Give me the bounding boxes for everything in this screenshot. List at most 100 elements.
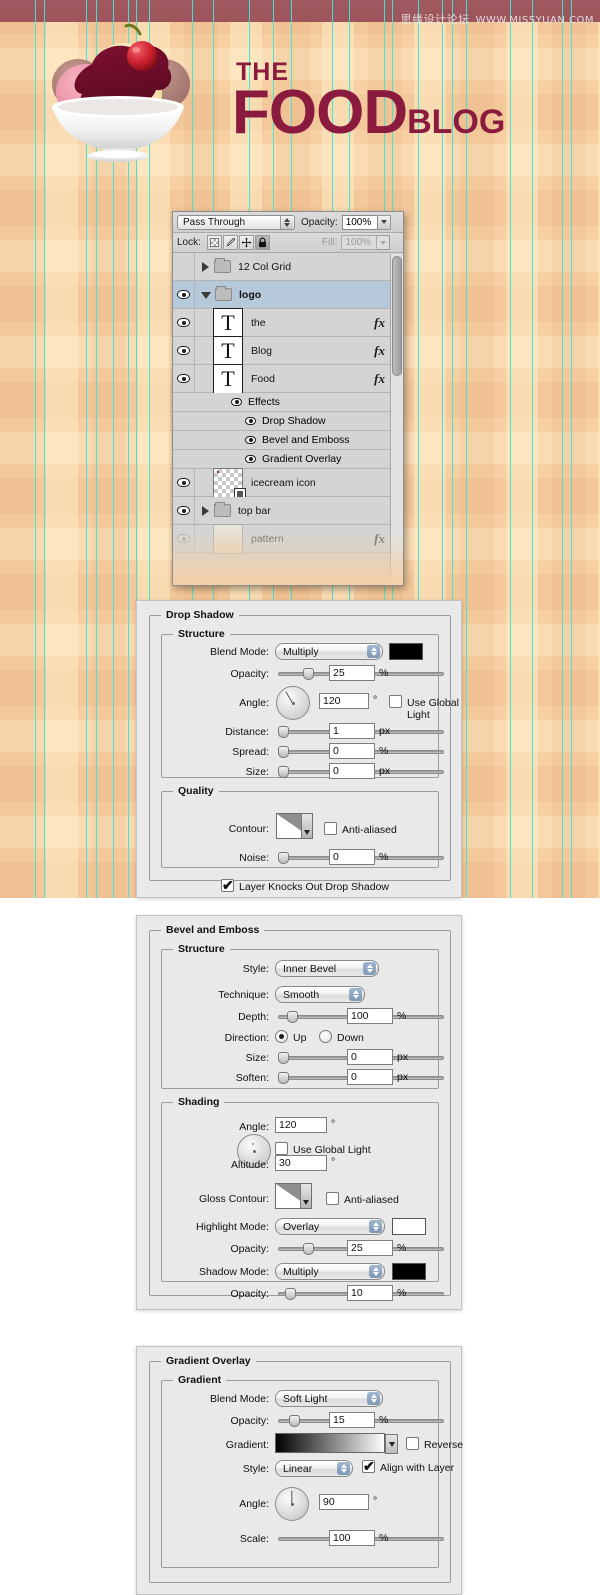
fill-chevron-down-icon[interactable]	[377, 235, 391, 250]
fx-icon[interactable]: fx	[374, 371, 390, 387]
align-with-layer-checkbox[interactable]	[362, 1458, 375, 1475]
eye-icon[interactable]	[231, 398, 242, 406]
use-global-light-checkbox[interactable]	[275, 1142, 288, 1155]
spread-input[interactable]: 0	[329, 743, 375, 759]
angle-dial[interactable]	[275, 1487, 309, 1521]
contour-preview[interactable]	[276, 813, 313, 839]
layer-row-icecream-icon[interactable]: icecream icon	[173, 467, 403, 501]
use-global-light-checkbox[interactable]	[389, 695, 402, 708]
highlight-mode-dropdown[interactable]: Overlay	[275, 1218, 385, 1235]
layer-knocks-out-drop-shadow-checkbox[interactable]	[221, 877, 234, 894]
lock-all-padlock-icon[interactable]	[254, 235, 270, 250]
size-slider-knob[interactable]	[278, 1052, 289, 1064]
highlight-color-swatch[interactable]	[392, 1218, 426, 1235]
layer-row-food[interactable]: T Food fx	[173, 363, 403, 394]
visibility-toggle-logo[interactable]	[173, 281, 195, 308]
reverse-checkbox[interactable]	[406, 1437, 419, 1450]
gradient-preview[interactable]	[275, 1433, 398, 1454]
gradient-overlay-dialog[interactable]: Gradient Overlay Gradient Blend Mode: So…	[136, 1346, 463, 1595]
layer-row-12-col-grid[interactable]: 12 Col Grid	[173, 253, 403, 281]
style-dropdown[interactable]: Linear	[275, 1460, 353, 1477]
lock-position-move-icon[interactable]	[238, 235, 254, 250]
eye-icon[interactable]	[245, 455, 256, 463]
angle-dial[interactable]	[276, 686, 310, 720]
angle-input[interactable]: 90	[319, 1494, 369, 1510]
layer-row-the[interactable]: T the fx	[173, 307, 403, 338]
shadow-color-swatch[interactable]	[392, 1263, 426, 1280]
size-input[interactable]: 0	[347, 1049, 393, 1065]
layers-scrollbar[interactable]	[390, 254, 403, 585]
size-slider-knob[interactable]	[278, 766, 289, 778]
visibility-toggle-12-col-grid[interactable]	[173, 253, 195, 280]
layer-row-top-bar[interactable]: top bar	[173, 497, 403, 525]
shadow-opacity-knob[interactable]	[285, 1288, 296, 1300]
technique-dropdown[interactable]: Smooth	[275, 986, 365, 1003]
opacity-input[interactable]: 15	[329, 1412, 375, 1428]
anti-aliased-checkbox[interactable]	[324, 822, 337, 835]
spread-slider-knob[interactable]	[278, 746, 289, 758]
visibility-toggle-icecream-icon[interactable]	[173, 469, 195, 496]
opacity-chevron-down-icon[interactable]	[377, 214, 391, 230]
chevron-right-icon[interactable]	[202, 261, 209, 272]
layer-row-effect-drop-shadow[interactable]: Drop Shadow	[173, 412, 403, 431]
altitude-input[interactable]: 30	[275, 1155, 327, 1171]
layer-row-effects[interactable]: Effects	[173, 393, 403, 412]
drop-shadow-dialog[interactable]: Drop Shadow Structure Blend Mode: Multip…	[136, 600, 462, 898]
fill-input[interactable]: 100%	[341, 235, 378, 250]
blend-mode-dropdown[interactable]: Multiply	[275, 643, 383, 660]
opacity-input[interactable]: 100%	[341, 214, 378, 230]
visibility-toggle-pattern[interactable]	[173, 525, 195, 552]
size-input[interactable]: 0	[329, 763, 375, 779]
layer-row-effect-gradient-overlay[interactable]: Gradient Overlay	[173, 450, 403, 469]
layer-row-blog[interactable]: T Blog fx	[173, 335, 403, 366]
chevron-right-icon[interactable]	[202, 505, 209, 516]
opacity-input[interactable]: 25	[329, 665, 375, 681]
style-dropdown[interactable]: Inner Bevel	[275, 960, 379, 977]
blend-mode-dropdown[interactable]: Pass Through	[177, 214, 295, 230]
distance-input[interactable]: 1	[329, 723, 375, 739]
shadow-color-swatch[interactable]	[389, 643, 423, 660]
distance-slider-knob[interactable]	[278, 726, 289, 738]
contour-chevron-down-icon[interactable]	[301, 814, 312, 838]
direction-down-radio[interactable]	[319, 1030, 332, 1043]
eye-icon[interactable]	[245, 436, 256, 444]
scale-input[interactable]: 100	[329, 1530, 375, 1546]
noise-slider-knob[interactable]	[278, 852, 289, 864]
noise-input[interactable]: 0	[329, 849, 375, 865]
angle-input[interactable]: 120	[275, 1117, 327, 1133]
opacity-slider-knob[interactable]	[303, 668, 314, 680]
bevel-and-emboss-dialog[interactable]: Bevel and Emboss Structure Style: Inner …	[136, 915, 462, 1310]
layer-row-effect-bevel-and-emboss[interactable]: Bevel and Emboss	[173, 431, 403, 450]
chevron-down-icon[interactable]	[201, 292, 211, 299]
highlight-opacity-input[interactable]: 25	[347, 1240, 393, 1256]
gradient-chevron-down-icon[interactable]	[385, 1434, 398, 1454]
soften-slider-knob[interactable]	[278, 1072, 289, 1084]
lock-image-pixels-brush-icon[interactable]	[222, 235, 238, 250]
layers-scrollbar-thumb[interactable]	[392, 256, 402, 376]
layer-row-pattern[interactable]: pattern fx	[173, 523, 403, 554]
direction-up-radio[interactable]	[275, 1030, 288, 1043]
soften-input[interactable]: 0	[347, 1069, 393, 1085]
blend-mode-dropdown[interactable]: Soft Light	[275, 1390, 383, 1407]
layers-panel[interactable]: Pass Through Opacity: 100% Lock: Fill: 1…	[172, 211, 404, 586]
shadow-mode-dropdown[interactable]: Multiply	[275, 1263, 385, 1280]
gloss-contour-chevron-down-icon[interactable]	[300, 1184, 311, 1208]
angle-input[interactable]: 120	[319, 693, 369, 709]
fx-icon[interactable]: fx	[374, 343, 390, 359]
opacity-slider-knob[interactable]	[289, 1415, 300, 1427]
depth-input[interactable]: 100	[347, 1008, 393, 1024]
anti-aliased-checkbox[interactable]	[326, 1192, 339, 1205]
gloss-contour-preview[interactable]	[275, 1183, 312, 1209]
layer-row-logo[interactable]: logo	[173, 281, 403, 309]
shadow-opacity-input[interactable]: 10	[347, 1285, 393, 1301]
highlight-opacity-knob[interactable]	[303, 1243, 314, 1255]
eye-icon[interactable]	[245, 417, 256, 425]
fx-icon[interactable]: fx	[374, 315, 390, 331]
visibility-toggle-the[interactable]	[173, 309, 195, 336]
visibility-toggle-food[interactable]	[173, 365, 195, 392]
fx-icon[interactable]: fx	[374, 531, 390, 547]
depth-slider-knob[interactable]	[287, 1011, 298, 1023]
visibility-toggle-blog[interactable]	[173, 337, 195, 364]
lock-transparent-pixels-icon[interactable]	[206, 235, 222, 250]
visibility-toggle-top-bar[interactable]	[173, 497, 195, 524]
